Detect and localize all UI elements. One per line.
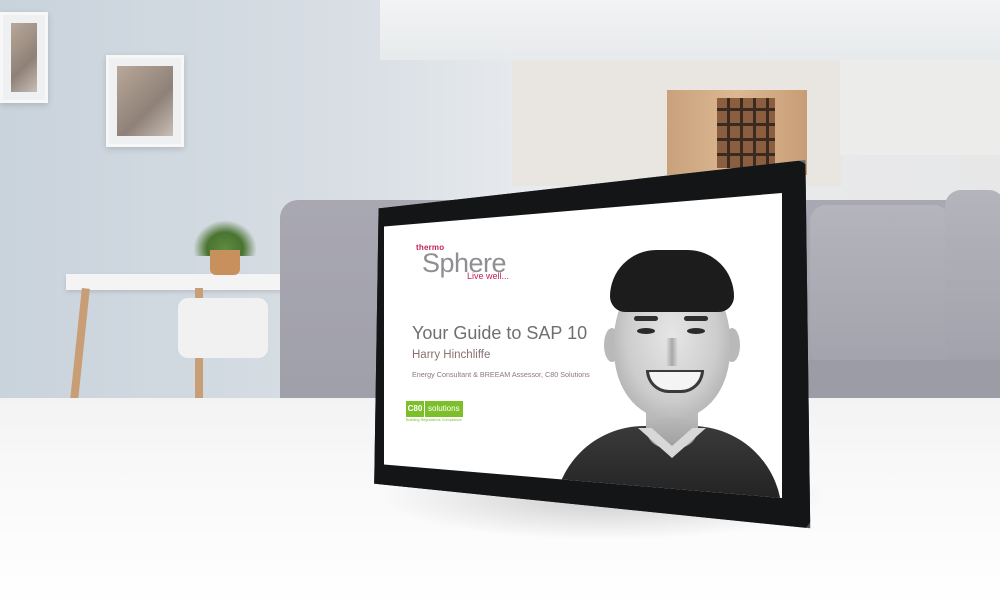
brand-tagline-text: Live well [467,271,502,281]
tablet-screen[interactable]: thermo Sphere Live well... Your Guide to… [384,193,782,498]
brand-tagline: Live well... [467,271,509,281]
presenter-eye [687,328,705,334]
c80-logo-word: solutions [425,401,463,417]
sofa-cushion [810,205,950,365]
kitchen-cabinet-right [840,60,1000,155]
wall-picture-frame [106,55,184,147]
presenter-eye [637,328,655,334]
presenter-hair [610,250,734,312]
c80-logo-mark: C80 [406,401,424,417]
wall-picture-frame-left [0,12,48,103]
wine-rack [717,98,775,168]
presenter-photo [554,228,782,498]
presenter-eyebrow [634,316,658,321]
c80-solutions-logo: C80 solutions Building Regulations Compl… [406,401,463,423]
presenter-eyebrow [684,316,708,321]
ceiling [380,0,1000,60]
presenter-nose [666,338,678,366]
plant-pot [210,250,240,275]
sofa-cushion [945,190,1000,355]
c80-logo-subtitle: Building Regulations Compliance [406,418,462,422]
brand-tagline-dots: ... [501,271,510,281]
presenter-name: Harry Hinchliffe [412,349,491,361]
white-chair [178,298,268,358]
